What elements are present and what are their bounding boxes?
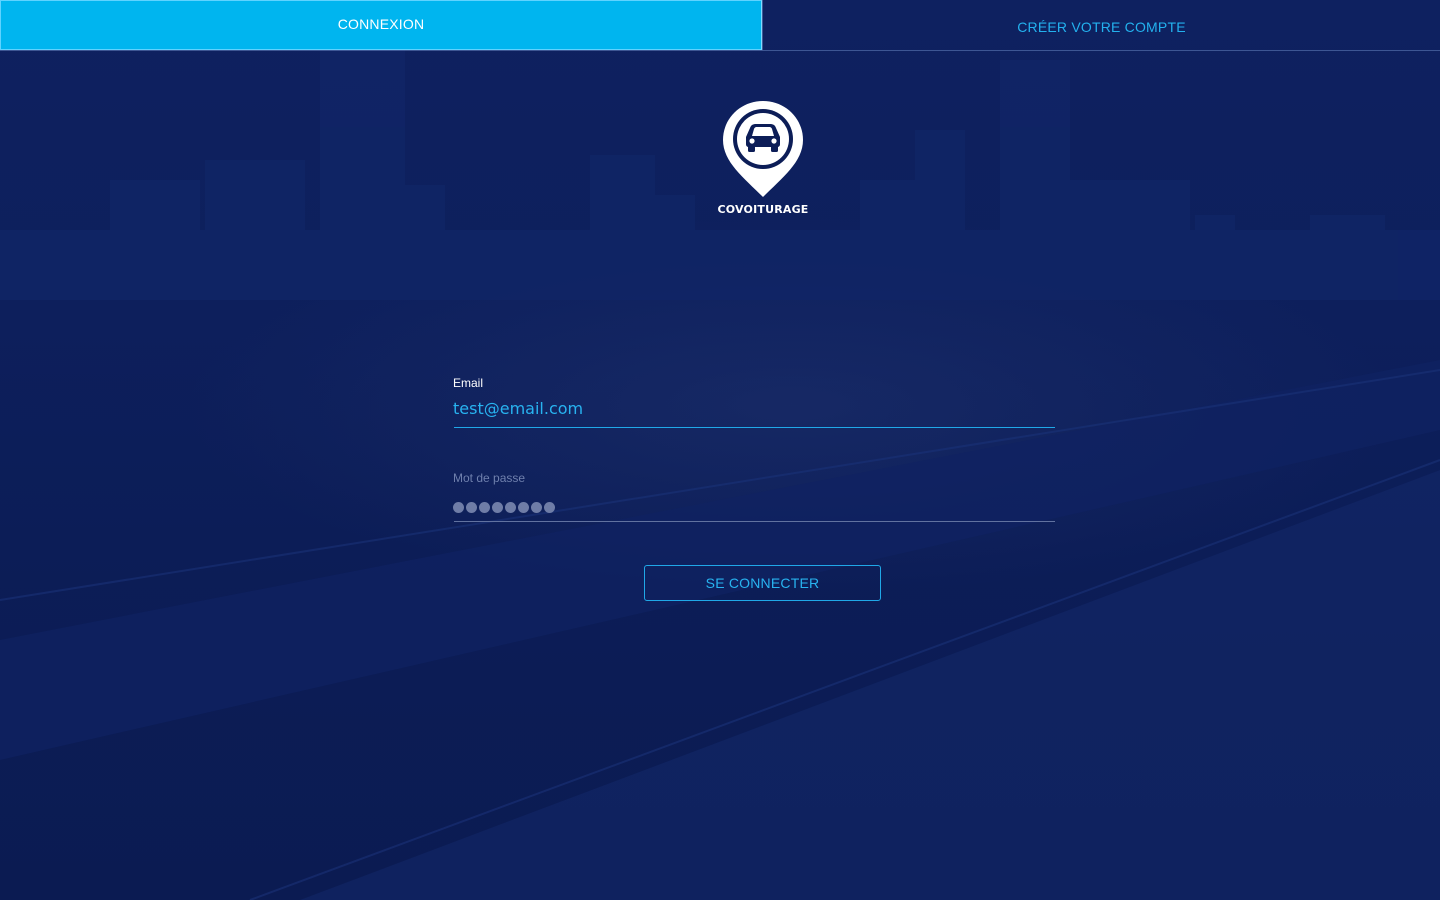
login-button[interactable]: SE CONNECTER <box>644 565 881 601</box>
password-mask-dot <box>479 501 490 513</box>
email-label: Email <box>453 376 484 390</box>
logo-text: COVOITURAGE <box>717 203 809 216</box>
password-underline <box>454 521 1055 522</box>
auth-tabs: CONNEXION CRÉER VOTRE COMPTE <box>0 0 1440 51</box>
tab-create-account[interactable]: CRÉER VOTRE COMPTE <box>762 0 1440 50</box>
password-mask-dot <box>518 501 529 513</box>
car-map-pin-icon <box>723 101 803 197</box>
password-label: Mot de passe <box>453 471 526 485</box>
email-underline <box>454 427 1055 428</box>
password-mask-dot <box>544 501 555 513</box>
password-mask-dot <box>453 501 464 513</box>
password-mask-dot <box>505 501 516 513</box>
app-logo: COVOITURAGE <box>700 100 826 224</box>
email-input[interactable]: test@email.com <box>453 399 1055 421</box>
tab-login[interactable]: CONNEXION <box>0 0 762 50</box>
password-mask-dot <box>466 501 477 513</box>
password-mask-dot <box>492 501 503 513</box>
password-input[interactable] <box>453 499 1055 515</box>
email-field-group: Email test@email.com <box>453 376 1055 428</box>
password-field-group: Mot de passe <box>453 471 1055 522</box>
password-mask-dot <box>531 501 542 513</box>
login-form: Email test@email.com Mot de passe <box>453 376 1055 522</box>
